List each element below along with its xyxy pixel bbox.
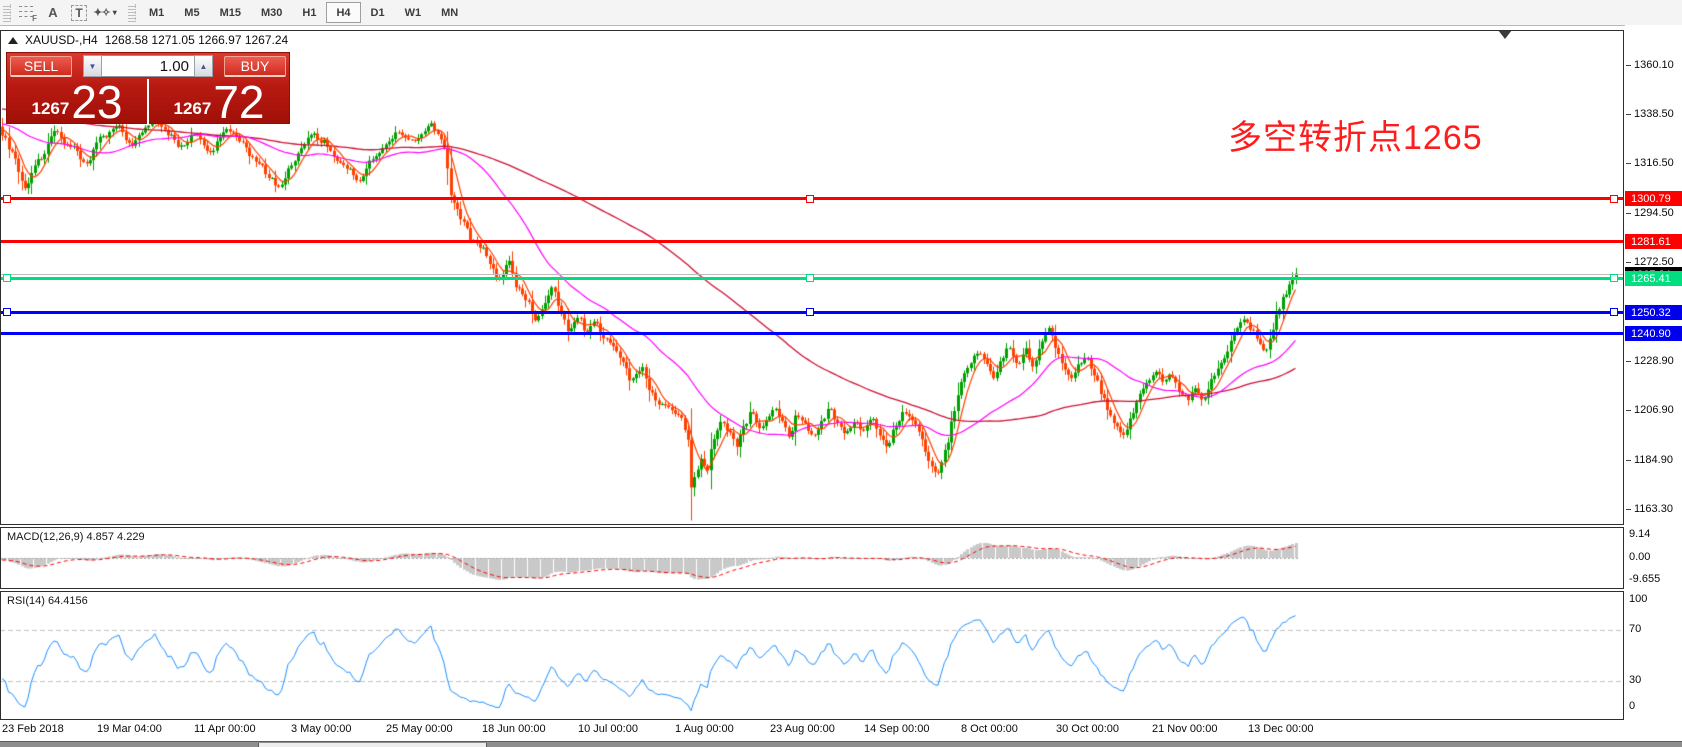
volume-decrease-button[interactable]: ▼ [83, 55, 102, 77]
timeframe-mn-button[interactable]: MN [431, 2, 468, 23]
trade-panel-prices: 1267 23 1267 72 [7, 79, 289, 125]
horizontal-level-line-1281.61[interactable] [0, 240, 1623, 243]
price-tag-1265.41: 1265.41 [1625, 271, 1682, 286]
time-label: 3 May 00:00 [291, 723, 352, 735]
rsi-tick-30: 30 [1629, 674, 1641, 686]
sell-price-small: 1267 [32, 99, 70, 119]
timeframe-m5-button[interactable]: M5 [174, 2, 209, 23]
volume-increase-button[interactable]: ▲ [194, 55, 213, 77]
time-label: 23 Feb 2018 [2, 723, 64, 735]
timeframe-h1-button[interactable]: H1 [292, 2, 326, 23]
price-tick-1228.90: 1228.90 [1626, 354, 1674, 368]
chart-annotation-text: 多空转折点1265 [1228, 110, 1483, 159]
buy-price-small: 1267 [174, 99, 212, 119]
line-handle[interactable] [1610, 195, 1618, 203]
price-tick-1184.90: 1184.90 [1626, 453, 1673, 467]
time-label: 23 Aug 00:00 [770, 723, 835, 735]
buy-price[interactable]: 1267 72 [149, 79, 289, 125]
line-handle[interactable] [1610, 308, 1618, 316]
chart-header: XAUUSD-,H4 1268.58 1271.05 1266.97 1267.… [8, 33, 288, 47]
rsi-header: RSI(14) 64.4156 [7, 595, 88, 607]
arrows-icon: ✦✧ [93, 6, 109, 19]
price-tick-1338.50: 1338.50 [1626, 107, 1674, 121]
sell-button[interactable]: SELL [10, 56, 72, 77]
text-label-icon: T [71, 5, 86, 21]
macd-tick--9.655: -9.655 [1629, 573, 1660, 585]
sell-price[interactable]: 1267 23 [7, 79, 147, 125]
buy-button[interactable]: BUY [224, 56, 286, 77]
collapse-triangle-icon[interactable] [8, 37, 18, 44]
line-handle[interactable] [806, 308, 814, 316]
timeframe-h4-button[interactable]: H4 [326, 2, 360, 23]
fibonacci-tool-button[interactable]: F [14, 2, 40, 23]
time-label: 1 Aug 00:00 [675, 723, 734, 735]
price-tick-1163.30: 1163.30 [1626, 502, 1673, 516]
time-label: 13 Dec 00:00 [1248, 723, 1313, 735]
fibonacci-icon: F [19, 6, 35, 20]
price-tick-1294.50: 1294.50 [1626, 206, 1674, 220]
macd-header: MACD(12,26,9) 4.857 4.229 [7, 531, 145, 543]
rsi-tick-70: 70 [1629, 623, 1641, 635]
rsi-tick-0: 0 [1629, 700, 1635, 712]
line-handle[interactable] [806, 195, 814, 203]
ohlc-values: 1268.58 1271.05 1266.97 1267.24 [105, 33, 289, 47]
one-click-trading-panel: SELL ▼ ▲ BUY 1267 23 1267 72 [6, 52, 290, 124]
price-tick-1206.90: 1206.90 [1626, 403, 1674, 417]
price-tag-1281.61: 1281.61 [1625, 234, 1682, 249]
macd-tick-0.00: 0.00 [1629, 551, 1650, 563]
time-label: 18 Jun 00:00 [482, 723, 546, 735]
toolbar: FAT ✦✧ ▾ M1M5M15M30H1H4D1W1MN [0, 0, 1682, 26]
toolbar-grip[interactable] [3, 4, 11, 22]
timeframe-group: M1M5M15M30H1H4D1W1MN [139, 0, 468, 25]
text-tool-icon: A [48, 5, 57, 20]
toolbar-grip-2[interactable] [128, 4, 136, 22]
time-label: 30 Oct 00:00 [1056, 723, 1119, 735]
mt4-window: FAT ✦✧ ▾ M1M5M15M30H1H4D1W1MN XAUUSD-,H4 1… [0, 0, 1682, 747]
price-tag-1300.79: 1300.79 [1625, 191, 1682, 206]
line-handle[interactable] [3, 195, 11, 203]
volume-input[interactable] [102, 55, 194, 77]
macd-panel-canvas[interactable] [0, 527, 1624, 589]
sell-price-big: 23 [71, 79, 122, 125]
time-label: 11 Apr 00:00 [194, 723, 256, 735]
label-tool-button[interactable]: T [66, 2, 92, 23]
timeframe-w1-button[interactable]: W1 [395, 2, 432, 23]
time-label: 14 Sep 00:00 [864, 723, 929, 735]
price-tag-1250.32: 1250.32 [1625, 305, 1682, 320]
line-handle[interactable] [806, 274, 814, 282]
chart-shift-marker-icon[interactable] [1498, 30, 1512, 39]
chart-tabs-bar [0, 741, 1682, 747]
price-axis-column [1625, 25, 1682, 720]
time-label: 21 Nov 00:00 [1152, 723, 1217, 735]
drawing-tools-group: FAT ✦✧ ▾ [14, 2, 118, 23]
active-chart-tab[interactable] [258, 743, 487, 747]
price-tick-1360.10: 1360.10 [1626, 58, 1674, 72]
volume-stepper: ▼ ▲ [83, 55, 213, 77]
line-handle[interactable] [3, 274, 11, 282]
horizontal-level-line-1240.90[interactable] [0, 332, 1623, 335]
text-tool-button[interactable]: A [40, 2, 66, 23]
time-label: 19 Mar 04:00 [97, 723, 162, 735]
price-tag-1240.90: 1240.90 [1625, 326, 1682, 341]
macd-tick-9.14: 9.14 [1629, 528, 1650, 540]
time-axis: 23 Feb 2018 19 Mar 04:00 11 Apr 00:00 3 May… [0, 720, 1682, 741]
timeframe-m15-button[interactable]: M15 [210, 2, 251, 23]
rsi-tick-100: 100 [1629, 593, 1647, 605]
line-handle[interactable] [3, 308, 11, 316]
rsi-panel-canvas[interactable] [0, 591, 1624, 720]
symbol-title: XAUUSD-,H4 [25, 33, 98, 47]
arrows-tool-button[interactable]: ✦✧ ▾ [92, 2, 118, 23]
timeframe-d1-button[interactable]: D1 [361, 2, 395, 23]
buy-price-big: 72 [213, 79, 264, 125]
chevron-down-icon: ▾ [113, 8, 117, 17]
line-handle[interactable] [1610, 274, 1618, 282]
time-label: 8 Oct 00:00 [961, 723, 1018, 735]
time-label: 25 May 00:00 [386, 723, 453, 735]
timeframe-m30-button[interactable]: M30 [251, 2, 292, 23]
timeframe-m1-button[interactable]: M1 [139, 2, 174, 23]
time-label: 10 Jul 00:00 [578, 723, 638, 735]
price-tick-1316.50: 1316.50 [1626, 156, 1674, 170]
